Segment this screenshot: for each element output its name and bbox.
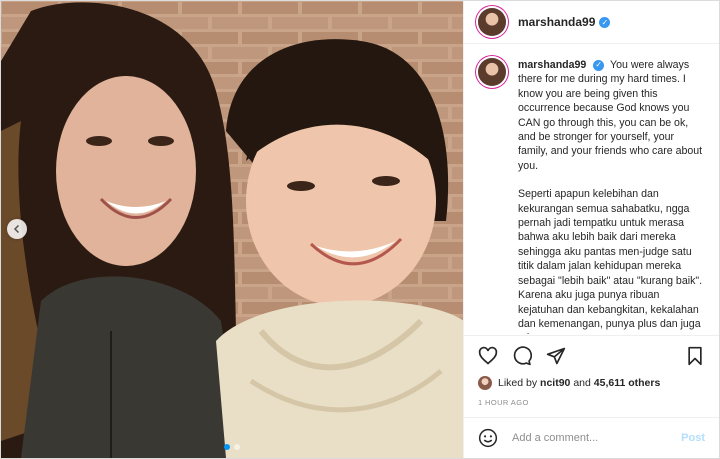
likes-connector: and	[573, 377, 591, 389]
caption-paragraph-2: Seperti apapun kelebihan dan kekurangan …	[518, 188, 703, 335]
caption-section: marshanda99 ✓ You were always there for …	[464, 44, 719, 335]
post-side-panel: marshanda99 ✓ marshanda99 ✓ You were alw…	[463, 1, 719, 458]
likes-prefix: Liked by	[498, 377, 538, 389]
post-photo[interactable]	[1, 1, 463, 458]
share-icon[interactable]	[546, 346, 566, 366]
likes-summary: Liked by ncit90 and 45,611 others	[478, 376, 705, 390]
post-comment-button[interactable]: Post	[681, 432, 705, 444]
first-liker-link[interactable]: ncit90	[540, 377, 570, 389]
heart-icon[interactable]	[478, 346, 498, 366]
carousel-dot	[234, 444, 240, 450]
comment-input[interactable]	[510, 431, 682, 445]
carousel-indicator	[1, 444, 463, 450]
emoji-icon[interactable]	[478, 428, 498, 448]
caption-text: marshanda99 ✓ You were always there for …	[518, 58, 705, 335]
instagram-post: marshanda99 ✓ marshanda99 ✓ You were alw…	[0, 0, 720, 459]
carousel-dot	[224, 444, 230, 450]
bookmark-icon[interactable]	[685, 346, 705, 366]
post-actions: Liked by ncit90 and 45,611 others 1 HOUR…	[464, 335, 719, 417]
header-username[interactable]: marshanda99	[518, 15, 595, 29]
carousel-prev-button[interactable]	[7, 219, 27, 239]
verified-badge-icon: ✓	[593, 59, 605, 71]
chevron-left-icon	[13, 224, 20, 234]
avatar[interactable]	[478, 8, 506, 36]
comment-icon[interactable]	[512, 346, 532, 366]
likes-count-link[interactable]: 45,611 others	[594, 377, 661, 389]
verified-badge-icon: ✓	[599, 16, 611, 28]
add-comment-form: Post	[464, 417, 719, 458]
post-timestamp[interactable]: 1 HOUR AGO	[478, 398, 705, 407]
post-header: marshanda99 ✓	[464, 1, 719, 44]
caption-paragraph-1: You were always there for me during my h…	[518, 59, 703, 172]
liker-avatar	[478, 376, 492, 390]
caption-username[interactable]: marshanda99	[518, 59, 586, 71]
photo-illustration	[1, 1, 463, 458]
avatar[interactable]	[478, 58, 506, 86]
